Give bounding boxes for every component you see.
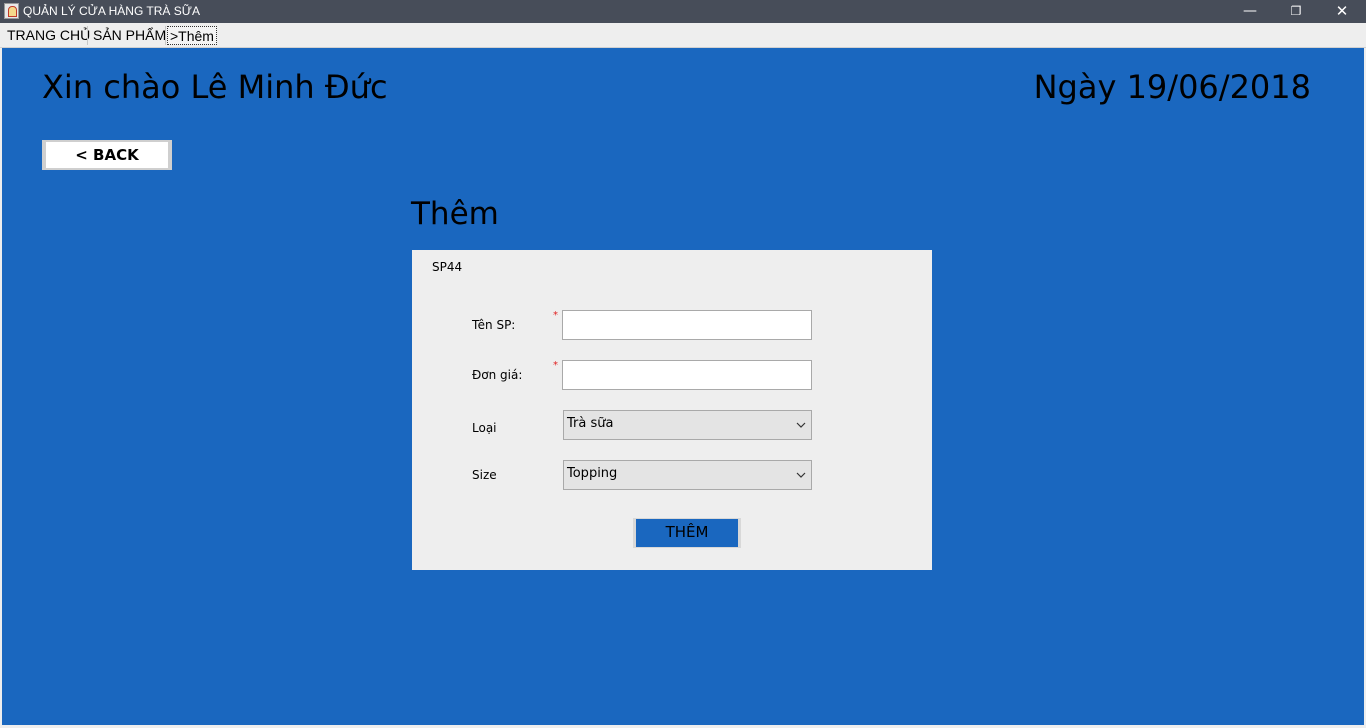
menu-item-home[interactable]: TRANG CHỦ xyxy=(7,26,90,45)
close-button[interactable]: ✕ xyxy=(1319,0,1365,23)
back-button[interactable]: < BACK xyxy=(42,140,172,170)
page-title: Thêm xyxy=(411,196,499,232)
size-select[interactable]: Topping xyxy=(563,460,812,490)
maximize-button[interactable]: ❐ xyxy=(1273,0,1319,23)
menu-bar: TRANG CHỦ SẢN PHẨM >Thêm xyxy=(0,23,1366,48)
date-text: Ngày 19/06/2018 xyxy=(1033,68,1311,106)
menu-item-add[interactable]: >Thêm xyxy=(167,26,217,45)
product-name-input[interactable] xyxy=(562,310,812,340)
product-code: SP44 xyxy=(432,260,463,274)
java-app-icon xyxy=(4,3,19,19)
price-label: Đơn giá: xyxy=(472,368,523,382)
name-required-mark: * xyxy=(553,310,558,321)
price-required-mark: * xyxy=(553,360,558,371)
main-content: Xin chào Lê Minh Đức Ngày 19/06/2018 < B… xyxy=(2,48,1364,725)
menu-separator xyxy=(165,26,166,45)
chevron-down-icon xyxy=(796,416,806,437)
greeting-text: Xin chào Lê Minh Đức xyxy=(42,68,388,106)
minimize-button[interactable]: — xyxy=(1227,0,1273,23)
size-label: Size xyxy=(472,468,497,482)
name-label: Tên SP: xyxy=(472,318,516,332)
product-price-input[interactable] xyxy=(562,360,812,390)
menu-separator xyxy=(87,26,88,45)
type-select-value: Trà sữa xyxy=(567,416,614,431)
window-title: QUẢN LÝ CỬA HÀNG TRÀ SỮA xyxy=(23,4,200,18)
add-product-button[interactable]: THÊM xyxy=(633,518,741,548)
type-select[interactable]: Trà sữa xyxy=(563,410,812,440)
type-label: Loại xyxy=(472,421,497,435)
menu-item-products[interactable]: SẢN PHẨM xyxy=(93,26,166,45)
window-titlebar: QUẢN LÝ CỬA HÀNG TRÀ SỮA — ❐ ✕ xyxy=(0,0,1366,23)
chevron-down-icon xyxy=(796,466,806,487)
size-select-value: Topping xyxy=(567,466,618,481)
add-product-form: SP44 Tên SP: * Đơn giá: * Loại Trà sữa S… xyxy=(412,250,932,570)
